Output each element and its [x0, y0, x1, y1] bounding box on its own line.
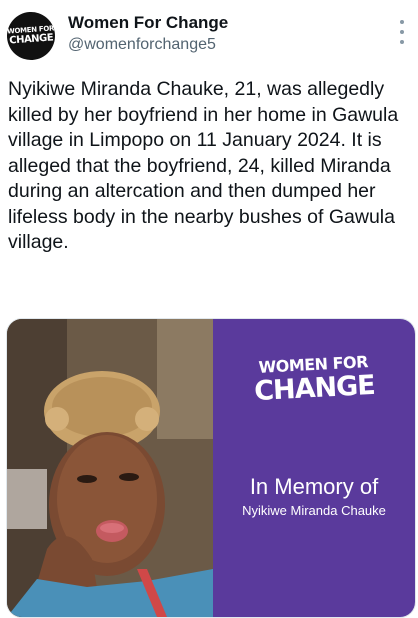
more-dot — [400, 20, 404, 24]
more-options-icon[interactable] — [396, 20, 408, 44]
tweet-text: Nyikiwe Miranda Chauke, 21, was allegedl… — [8, 78, 399, 253]
tweet-header: WOMEN FOR CHANGE Women For Change @women… — [0, 0, 418, 70]
memorial-panel: WOMEN FOR CHANGE In Memory of Nyikiwe Mi… — [213, 319, 415, 617]
avatar[interactable]: WOMEN FOR CHANGE — [5, 10, 57, 62]
portrait-illustration — [7, 319, 213, 617]
account-handle[interactable]: @womenforchange5 — [68, 36, 216, 54]
memorial-photo — [7, 319, 213, 617]
memorial-name: Nyikiwe Miranda Chauke — [242, 503, 386, 518]
more-dot — [400, 30, 404, 34]
more-dot — [400, 40, 404, 44]
tweet-media-image[interactable]: WOMEN FOR CHANGE In Memory of Nyikiwe Mi… — [6, 318, 416, 618]
brand-logo: WOMEN FOR CHANGE — [212, 352, 415, 408]
avatar-text-bottom: CHANGE — [8, 32, 54, 47]
display-name[interactable]: Women For Change — [68, 13, 228, 33]
memorial-title: In Memory of — [249, 474, 379, 499]
